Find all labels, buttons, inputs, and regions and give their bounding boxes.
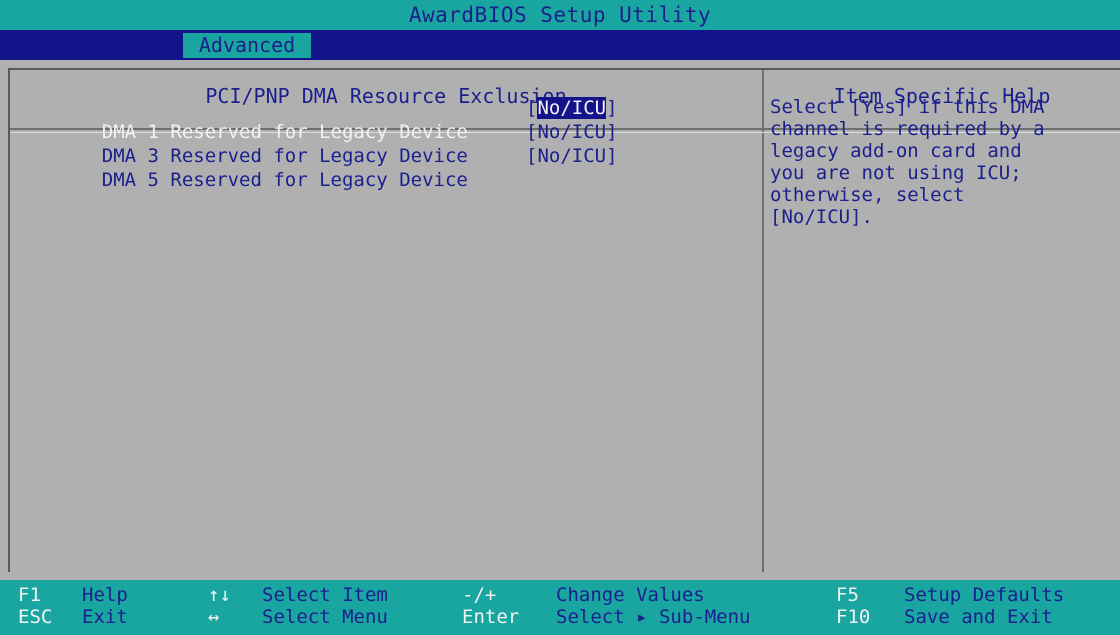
key-desc-submenu: Select ▸ Sub-Menu [556,606,751,628]
setting-label: 5 Reserved for Legacy Device [136,169,468,191]
setting-row-dma1[interactable]: DMA 1 Reserved for Legacy Device [No/ICU… [56,96,618,143]
key-desc-change-values: Change Values [556,584,705,606]
app-title: AwardBIOS Setup Utility [408,3,712,27]
setting-prefix: DMA [101,169,137,191]
key-hint-enter: Enter [462,606,519,628]
key-hint-change-values: -/+ [462,584,496,606]
setting-value-text: No/ICU [537,121,607,143]
title-bar: AwardBIOS Setup Utility [0,0,1120,30]
panel-divider [762,70,764,572]
key-esc: ESC [18,606,53,628]
tab-advanced[interactable]: Advanced [183,33,311,58]
setting-value[interactable]: [No/ICU] [526,144,618,168]
key-desc-save-exit: Save and Exit [904,606,1053,628]
setting-value[interactable]: [No/ICU] [526,96,618,120]
setting-value-text: No/ICU [537,97,607,119]
settings-list: DMA 1 Reserved for Legacy Device [No/ICU… [56,96,618,191]
key-help-bar: F1 Help ESC Exit ↑↓ Select Item ↔ Select… [0,580,1120,635]
setting-value[interactable]: [No/ICU] [526,120,618,144]
key-f5: F5 [836,584,859,606]
key-desc-select-item: Select Item [262,584,388,606]
key-hint-defaults: F5 [836,584,859,606]
key-hint-select-menu: ↔ [208,606,219,628]
key-desc-defaults: Setup Defaults [904,584,1065,606]
setting-value-text: No/ICU [537,145,607,167]
setting-row-dma5[interactable]: DMA 5 Reserved for Legacy Device [No/ICU… [56,144,618,191]
key-desc-help: Help [82,584,128,606]
key-f10: F10 [836,606,871,628]
menu-bar: Advanced [0,30,1120,60]
key-desc-select-menu: Select Menu [262,606,388,628]
key-enter: Enter [462,606,520,628]
arrow-left-right-icon: ↔ [208,606,220,628]
key-hint-exit: ESC [18,606,52,628]
help-text: Select [Yes] if this DMA channel is requ… [770,96,1045,228]
key-hint-help: F1 [18,584,41,606]
key-hint-save-exit: F10 [836,606,870,628]
key-plus-minus: -/+ [462,584,497,606]
key-desc-exit: Exit [82,606,128,628]
setting-row-dma3[interactable]: DMA 3 Reserved for Legacy Device [No/ICU… [56,120,618,167]
arrow-up-down-icon: ↑↓ [208,584,231,606]
key-f1: F1 [18,584,41,606]
key-hint-select-item: ↑↓ [208,584,231,606]
